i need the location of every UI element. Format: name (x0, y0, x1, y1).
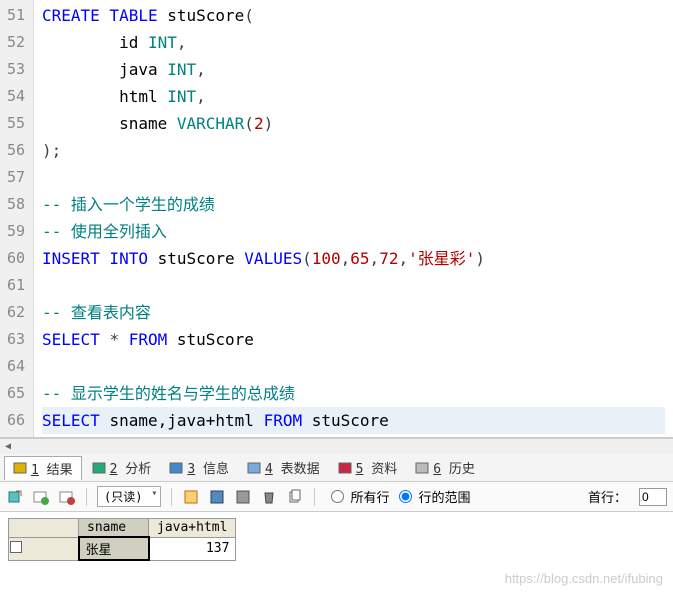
tab-结果[interactable]: 1 结果 (4, 456, 82, 480)
row-header-corner (9, 519, 79, 538)
trash-icon[interactable] (260, 488, 278, 506)
grid-del-icon[interactable] (58, 488, 76, 506)
export-icon[interactable] (6, 488, 24, 506)
code-editor[interactable]: 51525354555657585960616263646566 CREATE … (0, 0, 673, 438)
cell-sname[interactable]: 张星 (79, 537, 149, 560)
tab-icon (169, 461, 183, 475)
readonly-dropdown[interactable]: (只读) (97, 486, 161, 507)
grid-add-icon[interactable] (32, 488, 50, 506)
results-tab-bar: 1 结果2 分析3 信息4 表数据5 资料6 历史 (0, 454, 673, 482)
tab-icon (415, 461, 429, 475)
tab-icon (247, 461, 261, 475)
tab-icon (13, 461, 27, 475)
line-gutter: 51525354555657585960616263646566 (0, 0, 34, 437)
firstrow-input[interactable] (639, 488, 667, 506)
radio-all-label: 所有行 (350, 487, 389, 506)
result-grid: sname java+html 张星 137 (0, 512, 673, 567)
cell-sum[interactable]: 137 (149, 537, 236, 560)
result-table[interactable]: sname java+html 张星 137 (8, 518, 236, 561)
tab-表数据[interactable]: 4 表数据 (239, 456, 328, 479)
tab-分析[interactable]: 2 分析 (84, 456, 160, 479)
cancel-icon[interactable] (234, 488, 252, 506)
radio-row-range[interactable] (399, 490, 412, 503)
copy-icon[interactable] (286, 488, 304, 506)
save-icon[interactable] (208, 488, 226, 506)
tab-历史[interactable]: 6 历史 (407, 456, 483, 479)
code-content[interactable]: CREATE TABLE stuScore( id INT, java INT,… (34, 0, 673, 437)
column-header[interactable]: java+html (149, 519, 236, 538)
tab-icon (338, 461, 352, 475)
row-selector[interactable] (9, 537, 79, 560)
radio-all-rows[interactable] (331, 490, 344, 503)
firstrow-label: 首行： (588, 487, 627, 506)
radio-range-label: 行的范围 (418, 487, 470, 506)
edit-icon[interactable] (182, 488, 200, 506)
scroll-left-icon[interactable]: ◀ (0, 439, 16, 455)
results-toolbar: (只读) 所有行 行的范围 首行： (0, 482, 673, 512)
tab-信息[interactable]: 3 信息 (161, 456, 237, 479)
table-row: 张星 137 (9, 537, 236, 560)
column-header[interactable]: sname (79, 519, 149, 538)
horizontal-scrollbar[interactable]: ◀ (0, 438, 673, 454)
rows-radio-group: 所有行 行的范围 (325, 487, 470, 506)
tab-资料[interactable]: 5 资料 (330, 456, 406, 479)
watermark: https://blog.csdn.net/ifubing (505, 571, 663, 586)
tab-icon (92, 461, 106, 475)
